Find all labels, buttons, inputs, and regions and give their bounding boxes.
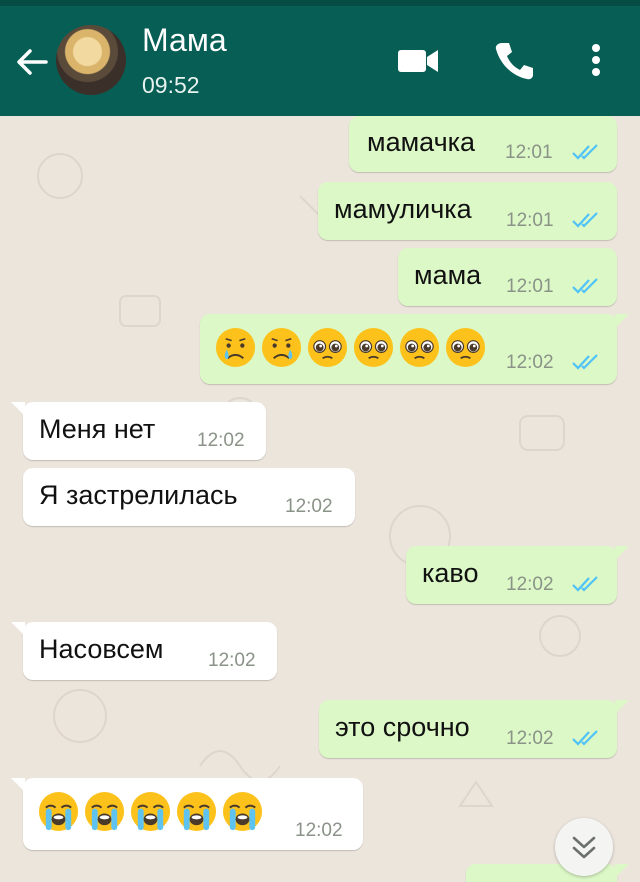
bubble-tail: [615, 864, 629, 878]
message-bubble-outgoing[interactable]: мамачка 12:01: [349, 116, 617, 172]
message-time: 12:01: [505, 142, 553, 163]
message-bubble-incoming[interactable]: 12:02: [11, 778, 363, 850]
double-check-icon: [572, 576, 598, 592]
bubble-tail: [11, 622, 25, 636]
message-time: 12:01: [506, 276, 554, 297]
message-bubble-incoming[interactable]: Насовсем 12:02: [11, 622, 277, 680]
message-bubble-outgoing[interactable]: 12:02: [200, 314, 629, 384]
crying-face-emoji-icon: [215, 327, 256, 368]
message-text: Меня нет: [39, 413, 156, 444]
pleading-face-emoji-icon: [445, 327, 486, 368]
chat-header: Мама 09:52: [0, 0, 640, 116]
message-bubble-incoming[interactable]: Меня нет 12:02: [11, 402, 266, 460]
double-check-icon: [572, 278, 598, 294]
message-text: мамуличка: [334, 193, 472, 224]
video-call-icon[interactable]: [396, 38, 440, 82]
double-check-icon: [572, 354, 598, 370]
back-arrow-icon[interactable]: [12, 42, 52, 82]
message-time: 12:02: [285, 496, 333, 517]
double-check-icon: [572, 730, 598, 746]
message-bubble-outgoing[interactable]: мама 12:01: [398, 248, 617, 306]
message-time: 12:02: [295, 820, 343, 841]
pleading-face-emoji-icon: [307, 327, 348, 368]
contact-name[interactable]: Мама: [142, 22, 227, 59]
loudly-crying-face-emoji-icon: [176, 791, 217, 832]
phone-icon[interactable]: [492, 38, 536, 82]
loudly-crying-face-emoji-icon: [38, 791, 79, 832]
message-text: мама: [414, 259, 482, 290]
emoji-row: [37, 790, 267, 833]
message-time: 12:01: [506, 210, 554, 231]
emoji-row: [214, 326, 490, 369]
message-time: 12:02: [506, 728, 554, 749]
message-time: 12:02: [506, 352, 554, 373]
loudly-crying-face-emoji-icon: [130, 791, 171, 832]
loudly-crying-face-emoji-icon: [222, 791, 263, 832]
pleading-face-emoji-icon: [353, 327, 394, 368]
message-text: Я застрелилась: [39, 479, 238, 510]
bubble-tail: [11, 402, 25, 416]
message-text: это срочно: [335, 711, 470, 742]
message-bubble-outgoing[interactable]: это срочно 12:02: [319, 700, 629, 758]
sad-tear-face-emoji-icon: [261, 327, 302, 368]
message-bubble-outgoing[interactable]: мамуличка 12:01: [318, 182, 617, 240]
message-time: 12:02: [208, 650, 256, 671]
double-check-icon: [572, 144, 598, 160]
message-list[interactable]: мамачка 12:01 мамуличка 12:01 мама 12:01…: [0, 116, 640, 882]
more-vert-icon[interactable]: [584, 38, 608, 82]
loudly-crying-face-emoji-icon: [84, 791, 125, 832]
bubble-tail: [615, 314, 629, 328]
bubble-tail: [11, 778, 25, 792]
message-time: 12:02: [197, 430, 245, 451]
message-bubble-incoming[interactable]: Я застрелилась 12:02: [23, 468, 355, 526]
bubble-tail: [615, 546, 629, 560]
message-text: Насовсем: [39, 633, 164, 664]
bubble-tail: [615, 700, 629, 714]
scroll-down-button[interactable]: [555, 818, 613, 876]
contact-avatar[interactable]: [56, 25, 126, 95]
status-bar-edge: [0, 0, 640, 6]
double-check-icon: [572, 212, 598, 228]
last-seen-time: 09:52: [142, 72, 200, 98]
pleading-face-emoji-icon: [399, 327, 440, 368]
message-time: 12:02: [506, 574, 554, 595]
message-text: мамачка: [367, 126, 476, 157]
message-bubble-outgoing[interactable]: каво 12:02: [406, 546, 629, 604]
message-text: каво: [422, 557, 479, 588]
scroll-down-icon: [572, 836, 596, 859]
